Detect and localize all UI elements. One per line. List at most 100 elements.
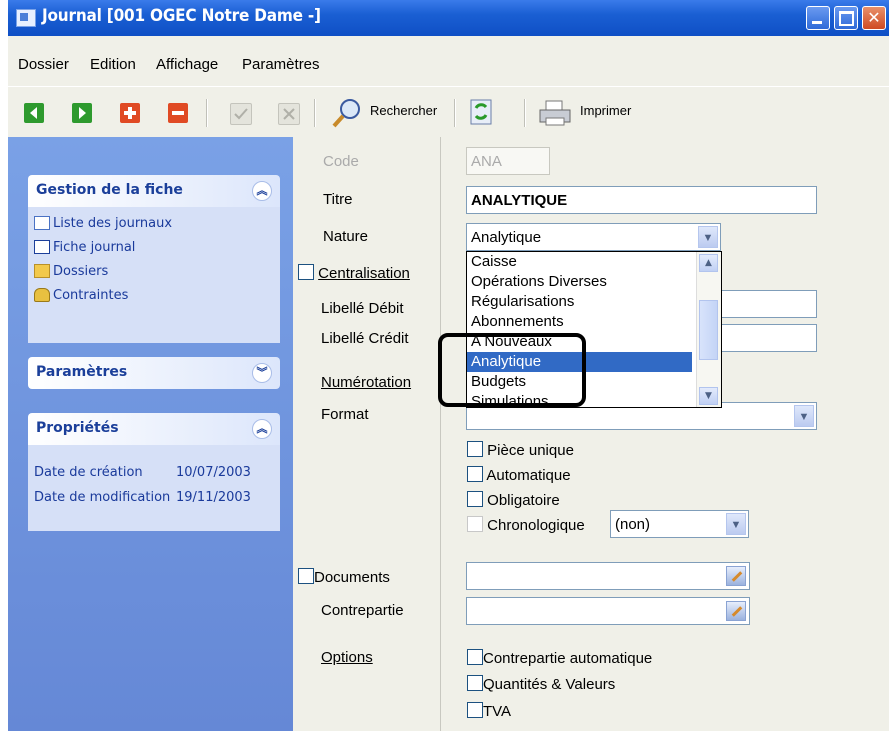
link-label: Fiche journal (53, 239, 136, 255)
modification-date-label: Date de modification (34, 490, 171, 505)
cancel-button[interactable] (278, 103, 300, 125)
expand-chevron-icon[interactable]: ︾ (252, 363, 272, 383)
search-button-label[interactable]: Rechercher (370, 103, 437, 118)
chronologique-selected-value: (non) (615, 516, 651, 533)
dropdown-option[interactable]: Opérations Diverses (467, 272, 692, 292)
collapse-chevron-icon[interactable]: ︽ (252, 181, 272, 201)
documents-field[interactable] (466, 562, 750, 590)
menu-parametres[interactable]: Paramètres (242, 56, 320, 73)
obligatoire-checkbox[interactable] (467, 491, 483, 507)
minus-icon (172, 111, 184, 115)
contrepartie-auto-row[interactable]: Contrepartie automatique (467, 649, 652, 667)
obligatoire-label: Obligatoire (487, 492, 560, 509)
toolbar: Rechercher Imprimer (8, 86, 889, 138)
titre-field[interactable]: ANALYTIQUE (466, 186, 817, 214)
panel-parametres: Paramètres ︾ (28, 357, 280, 389)
journal-app-icon (16, 9, 36, 27)
plus-icon (124, 107, 136, 119)
libelle-debit-label: Libellé Débit (321, 300, 404, 317)
previous-record-button[interactable] (24, 103, 44, 123)
tva-checkbox[interactable] (467, 702, 483, 718)
link-liste-journaux[interactable]: Liste des journaux (34, 211, 274, 235)
chronologique-select[interactable]: (non) ▼ (610, 510, 749, 538)
piece-unique-row[interactable]: Pièce unique (467, 441, 574, 459)
code-label: Code (323, 153, 359, 170)
chronologique-row[interactable]: Chronologique (467, 516, 585, 534)
creation-date-label: Date de création (34, 465, 143, 480)
chevron-down-icon[interactable]: ▼ (794, 405, 814, 427)
documents-checkbox[interactable] (298, 568, 314, 584)
panel-header[interactable]: Propriétés ︽ (28, 413, 280, 445)
edit-pencil-icon[interactable] (726, 601, 746, 621)
link-fiche-journal[interactable]: Fiche journal (34, 235, 274, 259)
panel-proprietes: Propriétés ︽ Date de création 10/07/2003… (28, 413, 280, 531)
link-label: Contraintes (53, 287, 129, 303)
chevron-down-icon[interactable]: ▼ (698, 226, 718, 248)
close-button[interactable]: ✕ (862, 6, 886, 30)
panel-header[interactable]: Gestion de la fiche ︽ (28, 175, 280, 207)
delete-record-button[interactable] (168, 103, 188, 123)
add-record-button[interactable] (120, 103, 140, 123)
arrow-left-icon (30, 107, 37, 119)
validate-button[interactable] (230, 103, 252, 125)
next-record-button[interactable] (72, 103, 92, 123)
modification-date-value: 19/11/2003 (176, 490, 251, 505)
nature-select[interactable]: Analytique ▼ (466, 223, 721, 251)
link-dossiers[interactable]: Dossiers (34, 259, 274, 283)
form-labels-column (293, 137, 440, 731)
automatique-row[interactable]: Automatique (467, 466, 571, 484)
title-bar: Journal [001 OGEC Notre Dame -] ✕ (8, 0, 889, 36)
maximize-button[interactable] (834, 6, 858, 30)
chronologique-checkbox[interactable] (467, 516, 483, 532)
centralisation-checkbox-row[interactable]: Centralisation (298, 264, 410, 282)
contrepartie-auto-checkbox[interactable] (467, 649, 483, 665)
contrepartie-label: Contrepartie (321, 602, 404, 619)
dropdown-scrollbar[interactable]: ▲ ▼ (696, 252, 721, 407)
dropdown-option[interactable]: Caisse (467, 252, 692, 272)
scroll-down-icon[interactable]: ▼ (699, 387, 718, 405)
quantites-checkbox[interactable] (467, 675, 483, 691)
toolbar-separator (206, 99, 208, 127)
centralisation-checkbox[interactable] (298, 264, 314, 280)
panel-title: Paramètres (36, 364, 128, 380)
print-button-label[interactable]: Imprimer (580, 103, 631, 118)
lock-icon (34, 288, 50, 302)
search-icon[interactable] (330, 97, 364, 129)
refresh-icon[interactable] (470, 99, 492, 125)
scroll-up-icon[interactable]: ▲ (699, 254, 718, 272)
panel-title: Gestion de la fiche (36, 182, 183, 198)
panel-body: Liste des journaux Fiche journal Dossier… (28, 207, 280, 343)
minimize-button[interactable] (806, 6, 830, 30)
quantites-row[interactable]: Quantités & Valeurs (467, 675, 615, 693)
numerotation-label[interactable]: Numérotation (321, 374, 411, 391)
printer-icon[interactable] (538, 99, 572, 127)
chronologique-label: Chronologique (487, 517, 585, 534)
piece-unique-label: Pièce unique (487, 442, 574, 459)
automatique-checkbox[interactable] (467, 466, 483, 482)
format-label: Format (321, 406, 369, 423)
panel-header[interactable]: Paramètres ︾ (28, 357, 280, 389)
chevron-down-icon[interactable]: ▼ (726, 513, 746, 535)
menu-edition[interactable]: Edition (90, 56, 136, 73)
tva-row[interactable]: TVA (467, 702, 511, 720)
documents-checkbox-row[interactable]: Documents (298, 568, 390, 586)
nature-label: Nature (323, 228, 369, 245)
link-contraintes[interactable]: Contraintes (34, 283, 274, 307)
obligatoire-row[interactable]: Obligatoire (467, 491, 560, 509)
scroll-thumb[interactable] (699, 300, 718, 360)
code-field[interactable]: ANA (466, 147, 550, 175)
piece-unique-checkbox[interactable] (467, 441, 483, 457)
documents-label: Documents (314, 569, 390, 586)
dropdown-option[interactable]: Abonnements (467, 312, 692, 332)
edit-pencil-icon[interactable] (726, 566, 746, 586)
collapse-chevron-icon[interactable]: ︽ (252, 419, 272, 439)
dropdown-option[interactable]: Régularisations (467, 292, 692, 312)
nature-selected-value: Analytique (471, 229, 542, 246)
arrow-right-icon (79, 107, 86, 119)
contrepartie-field[interactable] (466, 597, 750, 625)
titre-label: Titre (323, 191, 353, 208)
menu-affichage[interactable]: Affichage (156, 56, 218, 73)
options-label[interactable]: Options (321, 649, 373, 666)
menu-dossier[interactable]: Dossier (18, 56, 69, 73)
panel-body: Date de création 10/07/2003 Date de modi… (28, 445, 280, 531)
